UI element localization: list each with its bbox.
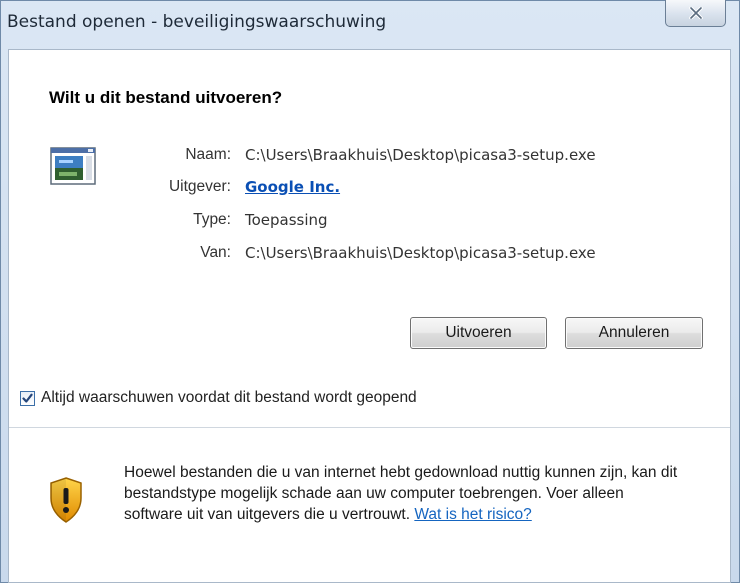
publisher-link[interactable]: Google Inc. — [245, 178, 340, 196]
detail-value-name: C:\Users\Braakhuis\Desktop\picasa3-setup… — [245, 146, 596, 164]
title-bar[interactable]: Bestand openen - beveiligingswaarschuwin… — [1, 0, 739, 48]
run-button[interactable]: Uitvoeren — [410, 317, 547, 349]
detail-label-type: Type: — [193, 211, 231, 228]
security-warning-dialog: Bestand openen - beveiligingswaarschuwin… — [0, 0, 740, 583]
risk-warning: Hoewel bestanden die u van internet hebt… — [124, 462, 684, 525]
warning-message: Hoewel bestanden die u van internet hebt… — [124, 464, 678, 523]
close-icon — [688, 7, 703, 19]
detail-row-type: Type: Toepassing — [9, 211, 732, 235]
question-heading: Wilt u dit bestand uitvoeren? — [49, 88, 283, 107]
window-title: Bestand openen - beveiligingswaarschuwin… — [7, 12, 387, 32]
always-warn-option[interactable]: Altijd waarschuwen voordat dit bestand w… — [20, 387, 417, 409]
risk-info-link[interactable]: Wat is het risico? — [414, 506, 531, 523]
dialog-body: Wilt u dit bestand uitvoeren? Naam: C:\U… — [8, 49, 731, 583]
detail-label-publisher: Uitgever: — [168, 178, 231, 195]
detail-value-type: Toepassing — [245, 211, 328, 229]
detail-row-from: Van: C:\Users\Braakhuis\Desktop\picasa3-… — [9, 244, 732, 268]
section-divider — [9, 427, 730, 428]
detail-row-name: Naam: C:\Users\Braakhuis\Desktop\picasa3… — [9, 146, 732, 170]
checkmark-icon — [22, 393, 33, 403]
shield-warning-icon — [50, 477, 82, 523]
detail-label-from: Van: — [200, 244, 231, 261]
always-warn-checkbox[interactable] — [20, 390, 35, 406]
cancel-button[interactable]: Annuleren — [565, 317, 703, 349]
detail-label-name: Naam: — [185, 146, 231, 163]
detail-value-from: C:\Users\Braakhuis\Desktop\picasa3-setup… — [245, 244, 596, 262]
always-warn-label: Altijd waarschuwen voordat dit bestand w… — [41, 389, 417, 406]
close-button[interactable] — [665, 0, 726, 27]
detail-row-publisher: Uitgever: Google Inc. — [9, 178, 732, 202]
